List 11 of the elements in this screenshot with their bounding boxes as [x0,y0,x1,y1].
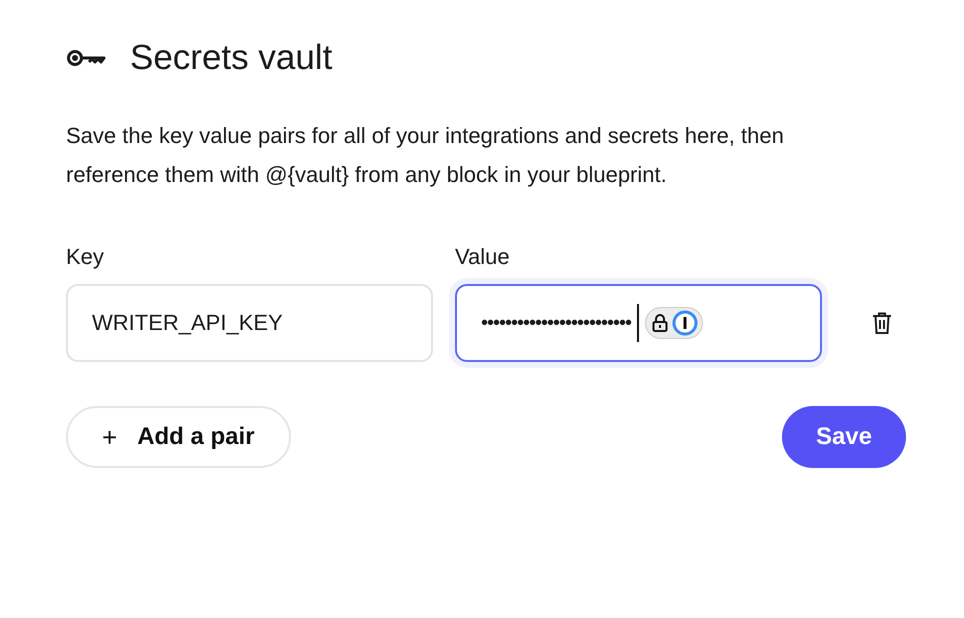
key-input[interactable]: WRITER_API_KEY [66,284,433,362]
add-pair-button[interactable]: + Add a pair [66,406,291,468]
description-text: Save the key value pairs for all of your integrations and secrets here, then reference them with @{vault} from any block in your blueprint. [66,122,785,189]
trash-icon[interactable] [872,312,892,334]
password-manager-icon[interactable] [645,307,704,339]
key-icon [66,47,108,69]
column-label: Value [455,244,511,270]
plus-icon: + [102,422,118,452]
save-button[interactable]: Save [782,406,906,468]
page-title: Secrets vault [130,38,332,78]
column-label: Key [66,244,105,270]
